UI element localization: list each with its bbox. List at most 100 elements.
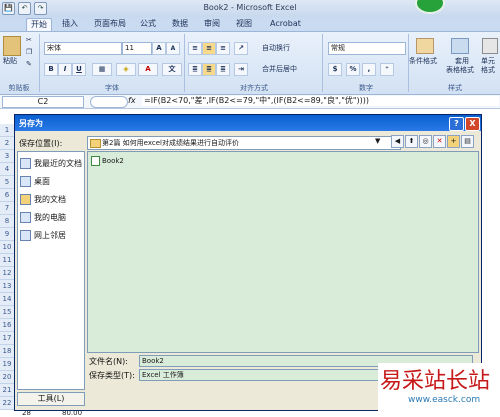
currency-button[interactable]: $	[328, 63, 342, 76]
search-web-icon[interactable]: ◎	[419, 135, 432, 148]
paste-icon[interactable]	[3, 36, 21, 56]
tab-review[interactable]: 审阅	[200, 18, 224, 30]
indent-icon[interactable]: ⇥	[234, 63, 248, 76]
views-icon[interactable]: ▤	[461, 135, 474, 148]
row-header[interactable]: 9	[0, 228, 14, 241]
italic-button[interactable]: I	[58, 63, 72, 76]
place-my-computer[interactable]: 我的电脑	[20, 212, 66, 223]
place-label: 我的电脑	[34, 213, 66, 222]
table-format-label-2[interactable]: 表格格式	[446, 65, 474, 75]
file-list[interactable]: Book2	[87, 151, 479, 353]
tab-insert[interactable]: 插入	[58, 18, 82, 30]
row-header[interactable]: 4	[0, 163, 14, 176]
shrink-font-button[interactable]: A	[166, 42, 180, 55]
font-size-select[interactable]: 11	[122, 42, 152, 55]
divider	[322, 34, 323, 92]
increase-decimal-icon[interactable]: ⁺	[380, 63, 394, 76]
formula-input[interactable]: =IF(B2<70,"差",IF(B2<=79,"中",(IF(B2<=89,"…	[142, 96, 499, 106]
row-header[interactable]: 13	[0, 280, 14, 293]
font-group-label: 字体	[105, 84, 119, 92]
chevron-down-icon[interactable]: ▼	[375, 137, 380, 145]
row-header[interactable]: 21	[0, 384, 14, 397]
help-button[interactable]: ?	[449, 117, 464, 131]
row-header[interactable]: 5	[0, 176, 14, 189]
up-folder-icon[interactable]: ⬆	[405, 135, 418, 148]
row-header[interactable]: 16	[0, 319, 14, 332]
orientation-icon[interactable]: ↗	[234, 42, 248, 55]
tab-formulas[interactable]: 公式	[136, 18, 160, 30]
tab-page-layout[interactable]: 页面布局	[90, 18, 130, 30]
row-header[interactable]: 15	[0, 306, 14, 319]
cell-style-label-2[interactable]: 格式	[481, 65, 495, 75]
dialog-title-bar: 另存为 ? X	[15, 115, 481, 131]
row-header[interactable]: 8	[0, 215, 14, 228]
wrap-text-button[interactable]: 自动换行	[262, 43, 290, 53]
place-desktop[interactable]: 桌面	[20, 176, 50, 187]
tab-acrobat[interactable]: Acrobat	[266, 18, 305, 30]
filetype-select[interactable]: Excel 工作簿	[139, 369, 383, 381]
place-recent[interactable]: 我最近的文档	[20, 158, 82, 169]
font-color-button[interactable]: A	[138, 63, 158, 76]
fill-color-icon[interactable]: ◈	[116, 63, 136, 76]
back-icon[interactable]: ◀	[391, 135, 404, 148]
divider	[184, 34, 185, 92]
row-header[interactable]: 18	[0, 345, 14, 358]
comma-button[interactable]: ,	[362, 63, 376, 76]
paste-button[interactable]: 粘贴	[3, 56, 17, 66]
folder-icon	[90, 139, 101, 148]
row-header[interactable]: 2	[0, 137, 14, 150]
row-header[interactable]: 19	[0, 358, 14, 371]
tab-view[interactable]: 视图	[232, 18, 256, 30]
align-middle-icon[interactable]: ≡	[202, 42, 216, 55]
formula-bar-toggle[interactable]	[90, 96, 128, 108]
copy-icon[interactable]: ❐	[26, 48, 32, 56]
row-header[interactable]: 17	[0, 332, 14, 345]
save-in-label: 保存位置(I):	[19, 139, 63, 148]
row-header[interactable]: 20	[0, 371, 14, 384]
tab-home[interactable]: 开始	[26, 18, 52, 31]
number-format-select[interactable]: 常规	[328, 42, 406, 55]
tools-button[interactable]: 工具(L)	[17, 392, 85, 406]
font-name-select[interactable]: 宋体	[44, 42, 122, 55]
row-header[interactable]: 14	[0, 293, 14, 306]
name-box[interactable]: C2	[2, 96, 84, 108]
place-my-documents[interactable]: 我的文档	[20, 194, 66, 205]
close-button[interactable]: X	[465, 117, 480, 131]
merge-center-button[interactable]: 合并后居中	[262, 64, 297, 74]
save-in-value: 第2篇 如何用excel对成绩结果进行自动评价	[102, 139, 239, 147]
row-header[interactable]: 7	[0, 202, 14, 215]
align-center-icon[interactable]: ≣	[202, 63, 216, 76]
row-header[interactable]: 10	[0, 241, 14, 254]
borders-icon[interactable]: ▦	[92, 63, 112, 76]
align-bottom-icon[interactable]: ≡	[216, 42, 230, 55]
cut-icon[interactable]: ✂	[26, 36, 32, 44]
place-label: 网上邻居	[34, 231, 66, 240]
align-right-icon[interactable]: ≣	[216, 63, 230, 76]
row-header[interactable]: 6	[0, 189, 14, 202]
cell-style-icon[interactable]	[482, 38, 498, 54]
row-header[interactable]: 22	[0, 397, 14, 410]
row-header[interactable]: 11	[0, 254, 14, 267]
phonetic-button[interactable]: 文	[162, 63, 182, 76]
table-format-icon[interactable]	[451, 38, 469, 54]
tab-data[interactable]: 数据	[168, 18, 192, 30]
row-header[interactable]: 3	[0, 150, 14, 163]
bold-button[interactable]: B	[44, 63, 58, 76]
conditional-format-icon[interactable]	[416, 38, 434, 54]
align-top-icon[interactable]: ≡	[188, 42, 202, 55]
row-header[interactable]: 1	[0, 124, 14, 137]
delete-icon[interactable]: ✕	[433, 135, 446, 148]
format-painter-icon[interactable]: ✎	[26, 60, 32, 68]
grow-font-button[interactable]: A	[152, 42, 166, 55]
row-header[interactable]: 12	[0, 267, 14, 280]
align-left-icon[interactable]: ≣	[188, 63, 202, 76]
new-folder-icon[interactable]: +	[447, 135, 460, 148]
place-network[interactable]: 网上邻居	[20, 230, 66, 241]
underline-button[interactable]: U	[72, 63, 86, 76]
watermark: 易采站长站 www.easck.com	[378, 363, 500, 416]
percent-button[interactable]: %	[346, 63, 360, 76]
file-item[interactable]: Book2	[91, 156, 124, 166]
save-in-select[interactable]: 第2篇 如何用excel对成绩结果进行自动评价	[87, 136, 401, 150]
fx-icon[interactable]: fx	[128, 96, 136, 105]
conditional-format-button[interactable]: 条件格式	[409, 56, 437, 66]
